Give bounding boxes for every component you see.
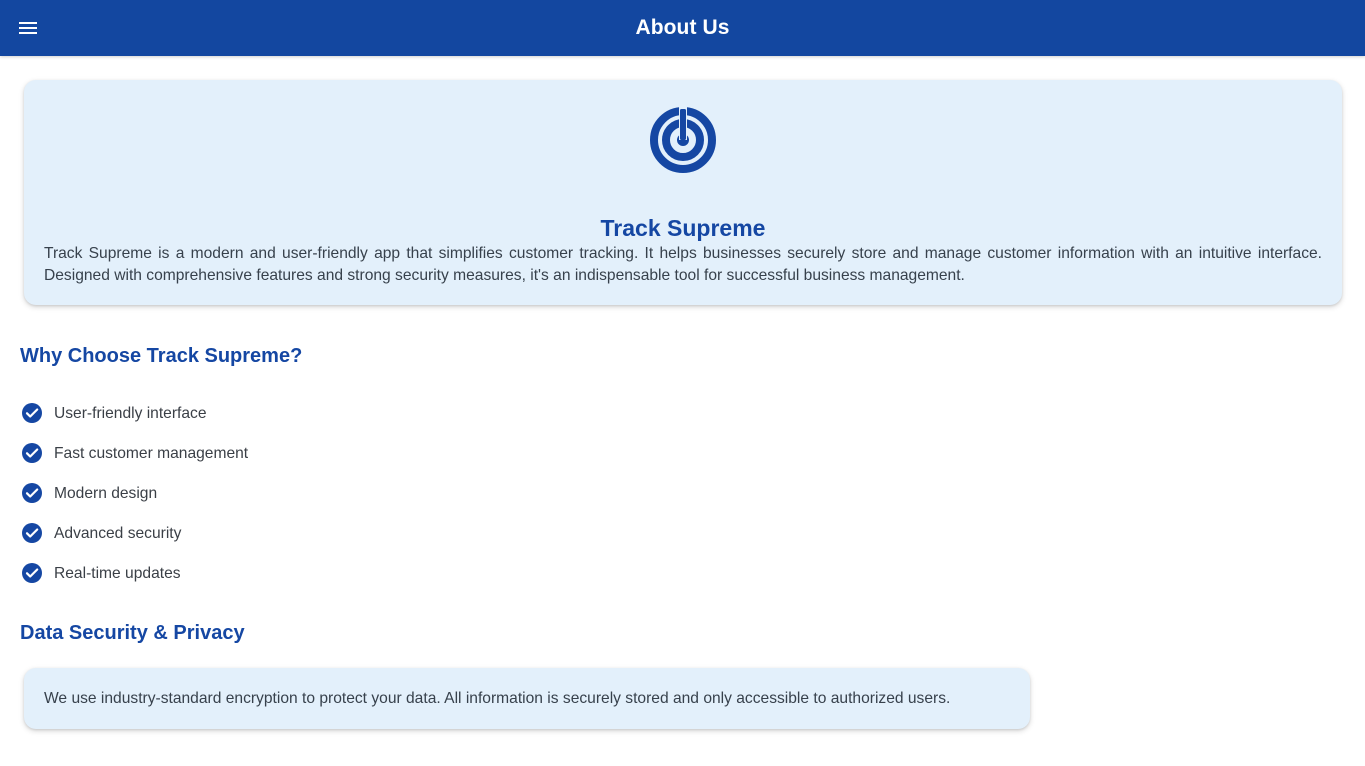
feature-label: Real-time updates xyxy=(54,564,181,582)
app-info-card: Track Supreme Track Supreme is a modern … xyxy=(24,80,1342,305)
check-circle-icon xyxy=(22,483,42,503)
track-changes-icon xyxy=(650,106,716,173)
feature-item: Real-time updates xyxy=(20,553,248,593)
privacy-card: We use industry-standard encryption to p… xyxy=(24,668,1030,729)
check-circle-icon xyxy=(22,563,42,583)
feature-item: Modern design xyxy=(20,473,248,513)
menu-button[interactable] xyxy=(16,16,40,40)
why-choose-heading: Why Choose Track Supreme? xyxy=(20,345,303,367)
app-description: Track Supreme is a modern and user-frien… xyxy=(44,245,1322,284)
privacy-heading: Data Security & Privacy xyxy=(20,622,245,644)
app-bar: About Us xyxy=(0,0,1365,56)
feature-item: User-friendly interface xyxy=(20,393,248,433)
menu-icon xyxy=(19,22,37,34)
check-circle-icon xyxy=(22,403,42,423)
feature-label: User-friendly interface xyxy=(54,404,207,422)
privacy-text: We use industry-standard encryption to p… xyxy=(44,689,951,707)
feature-label: Modern design xyxy=(54,484,158,502)
check-circle-icon xyxy=(22,523,42,543)
check-circle-icon xyxy=(22,443,42,463)
feature-label: Advanced security xyxy=(54,524,182,542)
features-list: User-friendly interface Fast customer ma… xyxy=(20,393,248,593)
page-title: About Us xyxy=(635,16,730,39)
app-name-title: Track Supreme xyxy=(600,215,766,242)
feature-label: Fast customer management xyxy=(54,444,249,462)
feature-item: Advanced security xyxy=(20,513,248,553)
feature-item: Fast customer management xyxy=(20,433,248,473)
